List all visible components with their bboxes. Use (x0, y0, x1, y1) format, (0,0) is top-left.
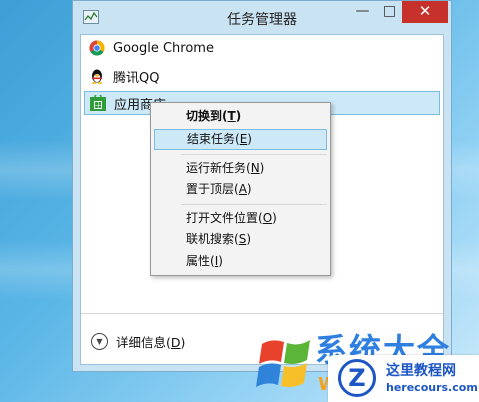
footer-divider (81, 313, 443, 314)
chrome-icon (89, 40, 105, 56)
context-menu: 切换到(T) 结束任务(E) 运行新任务(N) 置于顶层(A) 打开文件位置(O… (150, 102, 331, 276)
menu-separator (181, 204, 327, 205)
qq-penguin-icon (89, 68, 105, 84)
watermark-site-url: herecours.com (386, 381, 478, 394)
app-label: Google Chrome (113, 40, 214, 56)
menu-item-search-online[interactable]: 联机搜索(S) (154, 229, 327, 250)
chevron-down-icon: ▼ (91, 333, 108, 350)
menu-item-properties[interactable]: 属性(I) (154, 251, 327, 272)
watermark-badge: Z (338, 359, 376, 397)
details-toggle[interactable]: ▼ 详细信息(D) (91, 332, 185, 351)
app-row-chrome[interactable]: Google Chrome (84, 36, 440, 60)
minimize-button[interactable]: — (349, 1, 376, 23)
menu-item-end-task[interactable]: 结束任务(E) (154, 129, 327, 150)
menu-item-switch-to[interactable]: 切换到(T) (154, 106, 327, 127)
details-label: 详细信息(D) (116, 335, 186, 350)
menu-separator (181, 154, 327, 155)
menu-item-run-new-task[interactable]: 运行新任务(N) (154, 158, 327, 179)
watermark-site-title: 这里教程网 (386, 363, 456, 379)
title-bar[interactable]: 任务管理器 — □ ✕ (73, 1, 451, 34)
menu-item-always-on-top[interactable]: 置于顶层(A) (154, 179, 327, 200)
app-row-qq[interactable]: 腾讯QQ (84, 64, 440, 88)
menu-item-open-file-location[interactable]: 打开文件位置(O) (154, 208, 327, 229)
windows-flag-logo (256, 340, 310, 387)
store-icon (90, 93, 106, 111)
maximize-button[interactable]: □ (376, 1, 403, 23)
close-button[interactable]: ✕ (402, 1, 448, 23)
app-label: 腾讯QQ (113, 70, 160, 86)
